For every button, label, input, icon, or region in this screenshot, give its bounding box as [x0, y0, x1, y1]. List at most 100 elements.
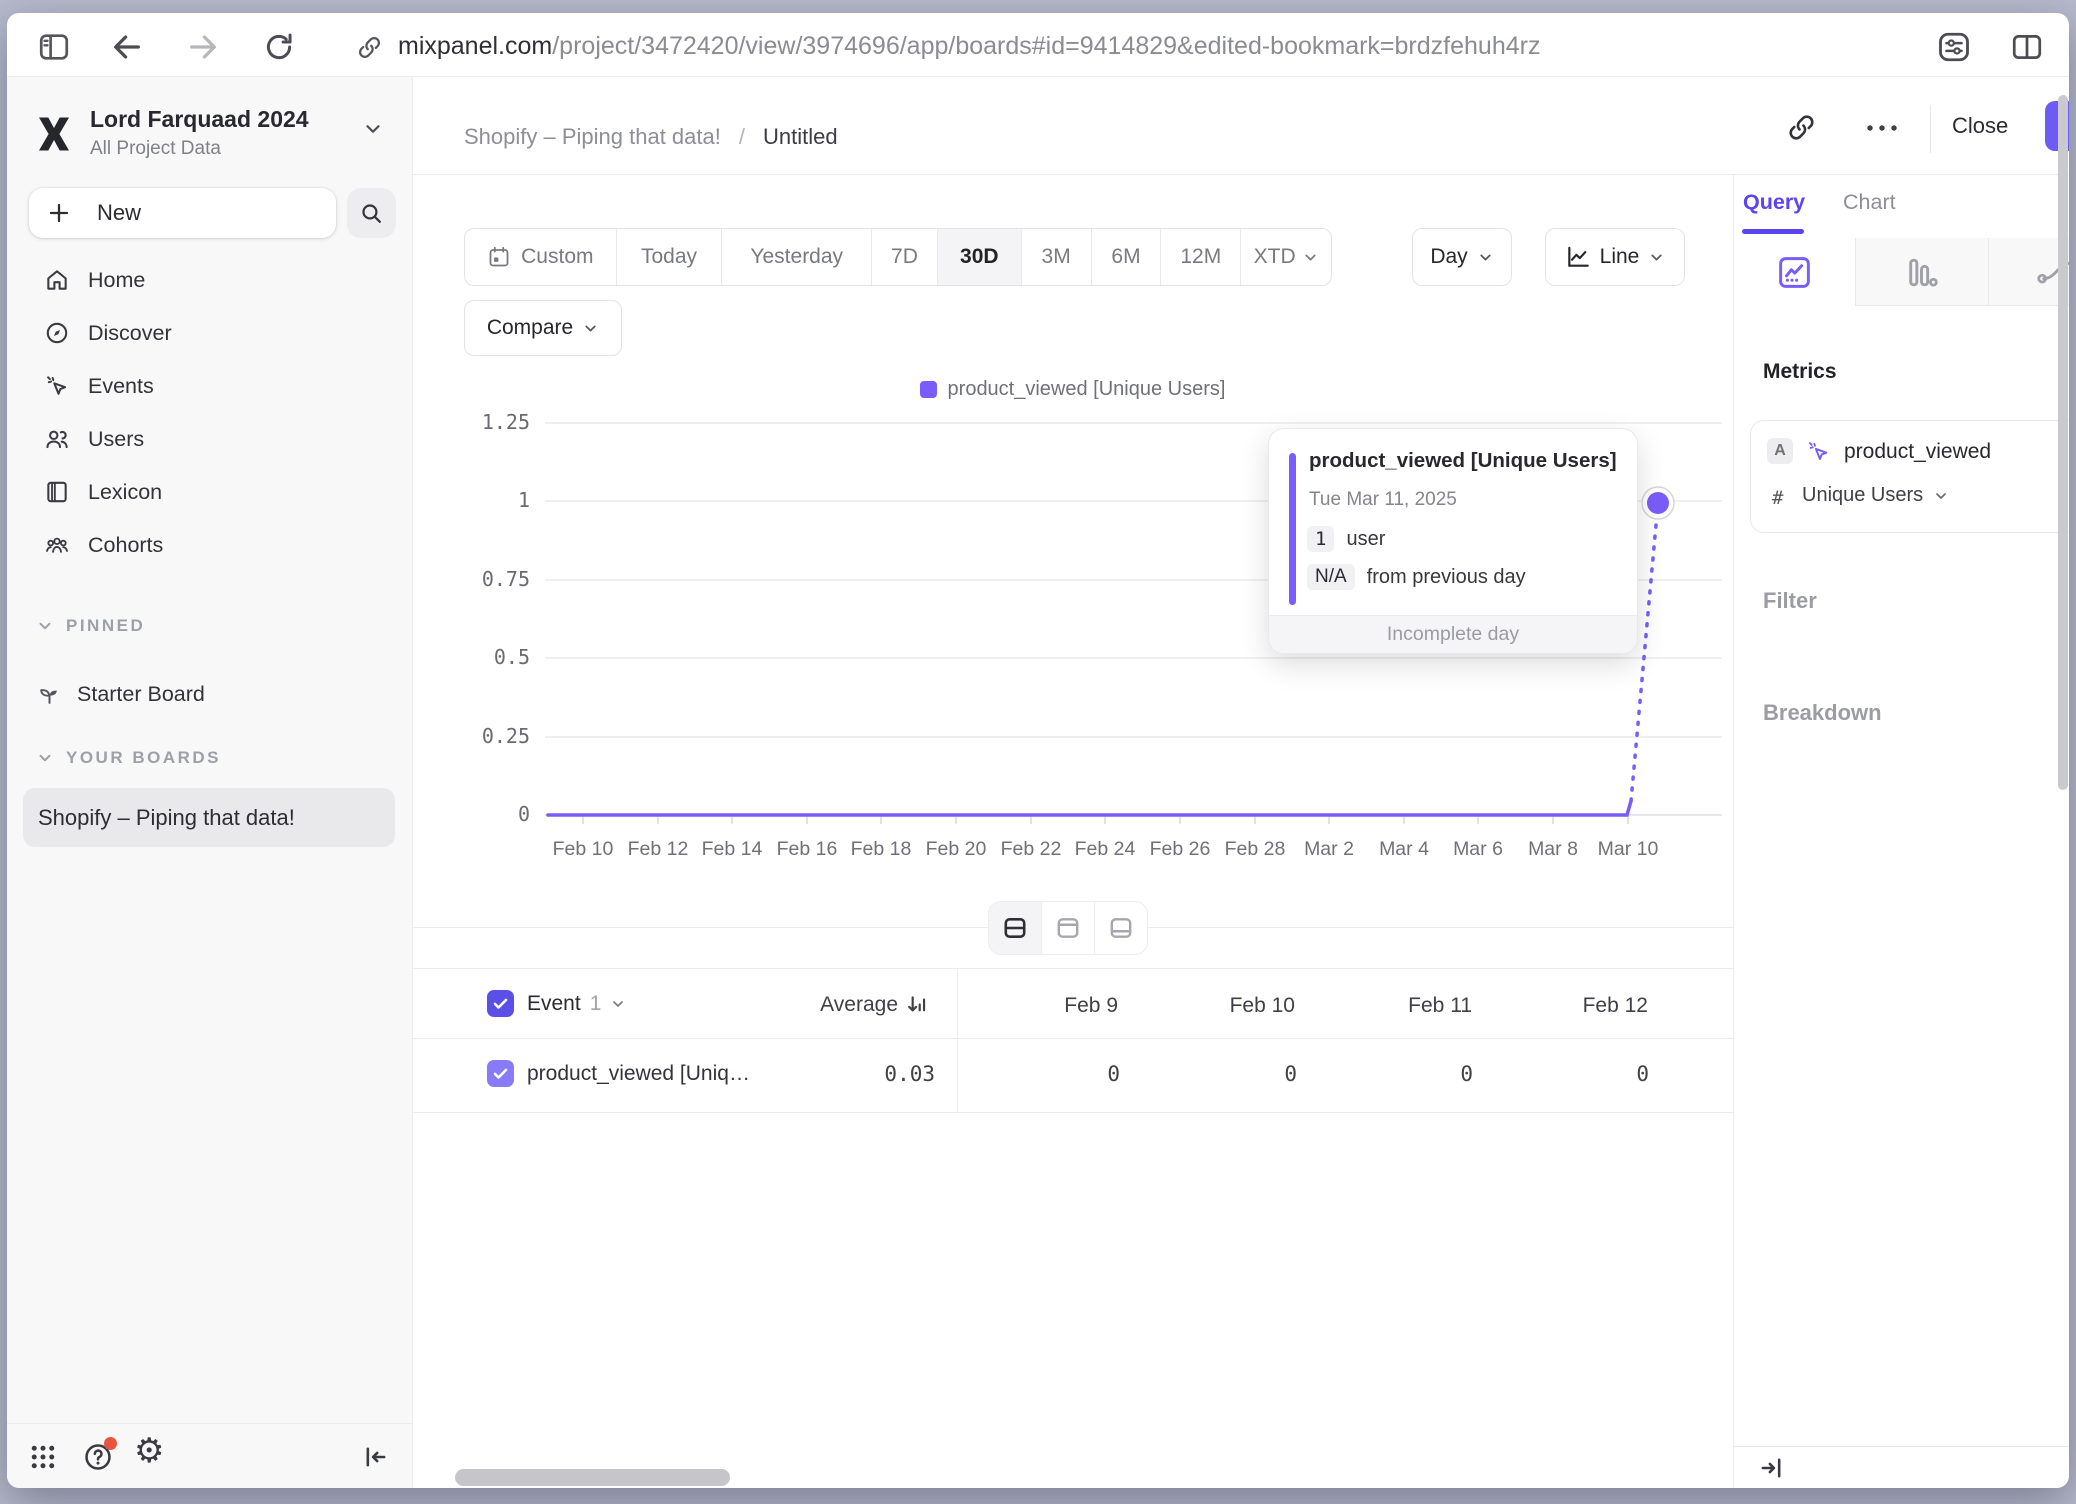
range-xtd[interactable]: XTD [1241, 229, 1331, 285]
tab-chart[interactable]: Chart [1843, 190, 1896, 215]
project-name[interactable]: Lord Farquaad 2024 [90, 106, 309, 133]
chevron-down-icon [1648, 249, 1665, 266]
back-icon[interactable] [110, 30, 144, 64]
project-scope: All Project Data [90, 138, 221, 160]
filter-section-label[interactable]: Filter [1763, 588, 1817, 614]
layout-split-button-active[interactable] [989, 902, 1042, 954]
breadcrumb-separator: / [739, 124, 745, 150]
granularity-dropdown[interactable]: Day [1412, 228, 1512, 286]
chevron-down-icon [1477, 249, 1494, 266]
copy-link-icon[interactable] [1786, 112, 1817, 143]
range-6m[interactable]: 6M [1092, 229, 1162, 285]
page-settings-icon[interactable] [1936, 29, 1972, 65]
close-button[interactable]: Close [1952, 113, 2008, 139]
range-7d[interactable]: 7D [872, 229, 938, 285]
date-column-header[interactable]: Feb 10 [1155, 994, 1295, 1018]
project-chevron-down-icon[interactable] [362, 118, 384, 140]
url-path: /project/3472420/view/3974696/app/boards… [552, 32, 1540, 60]
metric-card[interactable]: A product_viewed # Unique Users [1750, 420, 2069, 533]
gear-icon[interactable]: ⚙ [134, 1434, 164, 1468]
metric-event-name[interactable]: product_viewed [1844, 440, 1991, 464]
split-view-icon[interactable] [2010, 30, 2044, 64]
cursor-click-icon [44, 373, 70, 399]
date-column-header[interactable]: Feb 12 [1508, 994, 1648, 1018]
insights-tab-icon[interactable] [1776, 254, 1813, 291]
chart-type-dropdown[interactable]: Line [1545, 228, 1685, 286]
pinned-section-header[interactable]: PINNED [36, 616, 145, 636]
tab-query[interactable]: Query [1743, 190, 1805, 215]
date-range-segmented-control: Custom Today Yesterday 7D 30D 3M 6M 12M … [464, 228, 1332, 286]
reload-icon[interactable] [262, 30, 296, 64]
breadcrumb-page-title[interactable]: Untitled [763, 124, 838, 150]
date-column-header[interactable]: Feb 11 [1332, 994, 1472, 1018]
range-label: 6M [1111, 245, 1140, 269]
range-custom[interactable]: Custom [465, 229, 617, 285]
sidebar-item-starter-board[interactable]: Starter Board [24, 670, 396, 718]
mixpanel-logo[interactable] [36, 113, 72, 155]
row-event-name[interactable]: product_viewed [Uniq… [527, 1062, 750, 1086]
sidebar-item-cohorts[interactable]: Cohorts [24, 521, 396, 569]
forward-icon[interactable] [186, 30, 220, 64]
metric-aggregation-label: Unique Users [1802, 484, 1923, 507]
metric-type-divider [1988, 238, 1989, 305]
tooltip-value: 1 [1307, 526, 1334, 552]
chart-type-label: Line [1600, 245, 1640, 269]
apps-grid-icon[interactable] [28, 1442, 58, 1472]
layout-chart-only-button[interactable] [1042, 902, 1095, 954]
your-boards-section-header[interactable]: YOUR BOARDS [36, 748, 221, 768]
y-tick-label: 0.25 [400, 724, 530, 748]
row-checkbox[interactable] [487, 1060, 514, 1087]
range-yesterday[interactable]: Yesterday [722, 229, 872, 285]
row-average-value: 0.03 [795, 1062, 935, 1086]
collapse-sidebar-icon[interactable] [362, 1443, 390, 1471]
range-label: XTD [1254, 245, 1296, 269]
breadcrumb-board[interactable]: Shopify – Piping that data! [464, 124, 721, 150]
range-30d-active[interactable]: 30D [938, 229, 1022, 285]
sidebar-item-label: Home [88, 268, 145, 293]
line-chart-icon [1565, 244, 1591, 270]
sidebar-item-lexicon[interactable]: Lexicon [24, 468, 396, 516]
legend-swatch [920, 381, 937, 398]
range-label: 3M [1042, 245, 1071, 269]
sidebar-item-active-board[interactable]: Shopify – Piping that data! [23, 788, 395, 847]
new-button[interactable]: New [29, 188, 336, 238]
sidebar-item-events[interactable]: Events [24, 362, 396, 410]
y-tick-label: 1 [400, 488, 530, 512]
more-options-icon[interactable] [1858, 116, 1906, 140]
layout-table-only-button[interactable] [1095, 902, 1147, 954]
metric-type-divider [1855, 238, 1856, 305]
select-all-checkbox[interactable] [487, 990, 514, 1017]
range-today[interactable]: Today [617, 229, 723, 285]
funnels-tab-icon[interactable] [1903, 254, 1940, 291]
range-label: 7D [891, 245, 918, 269]
metric-aggregation-dropdown[interactable]: Unique Users [1802, 484, 1949, 507]
y-tick-label: 1.25 [400, 410, 530, 434]
sidebar-item-users[interactable]: Users [24, 415, 396, 463]
range-3m[interactable]: 3M [1022, 229, 1092, 285]
sidebar-item-discover[interactable]: Discover [24, 309, 396, 357]
chevron-down-icon [36, 617, 54, 635]
compare-button[interactable]: Compare [464, 300, 622, 356]
breakdown-section-label[interactable]: Breakdown [1763, 700, 1882, 726]
data-point-hovered[interactable] [1647, 492, 1669, 514]
sort-icon [904, 992, 930, 1018]
cohorts-icon [44, 532, 70, 558]
average-column-header[interactable]: Average [740, 992, 930, 1018]
sidebar-item-home[interactable]: Home [24, 256, 396, 304]
date-column-header[interactable]: Feb 9 [978, 994, 1118, 1018]
range-12m[interactable]: 12M [1161, 229, 1241, 285]
browser-sidebar-toggle-icon[interactable] [37, 30, 71, 64]
event-column-header[interactable]: Event 1 [527, 992, 626, 1016]
range-label: 30D [960, 245, 999, 269]
header-divider [1930, 105, 1931, 153]
vertical-scrollbar-thumb[interactable] [2058, 95, 2068, 790]
row-cell-value: 0 [1157, 1062, 1297, 1086]
metric-letter-chip: A [1767, 438, 1793, 464]
chart-legend[interactable]: product_viewed [Unique Users] [412, 378, 1733, 401]
collapse-panel-icon[interactable] [1757, 1454, 1785, 1482]
compass-icon [44, 320, 70, 346]
sidebar-item-label: Users [88, 427, 144, 452]
search-button[interactable] [347, 188, 396, 238]
url-bar[interactable]: mixpanel.com/project/3472420/view/397469… [398, 32, 1540, 61]
horizontal-scrollbar-thumb[interactable] [455, 1469, 730, 1486]
